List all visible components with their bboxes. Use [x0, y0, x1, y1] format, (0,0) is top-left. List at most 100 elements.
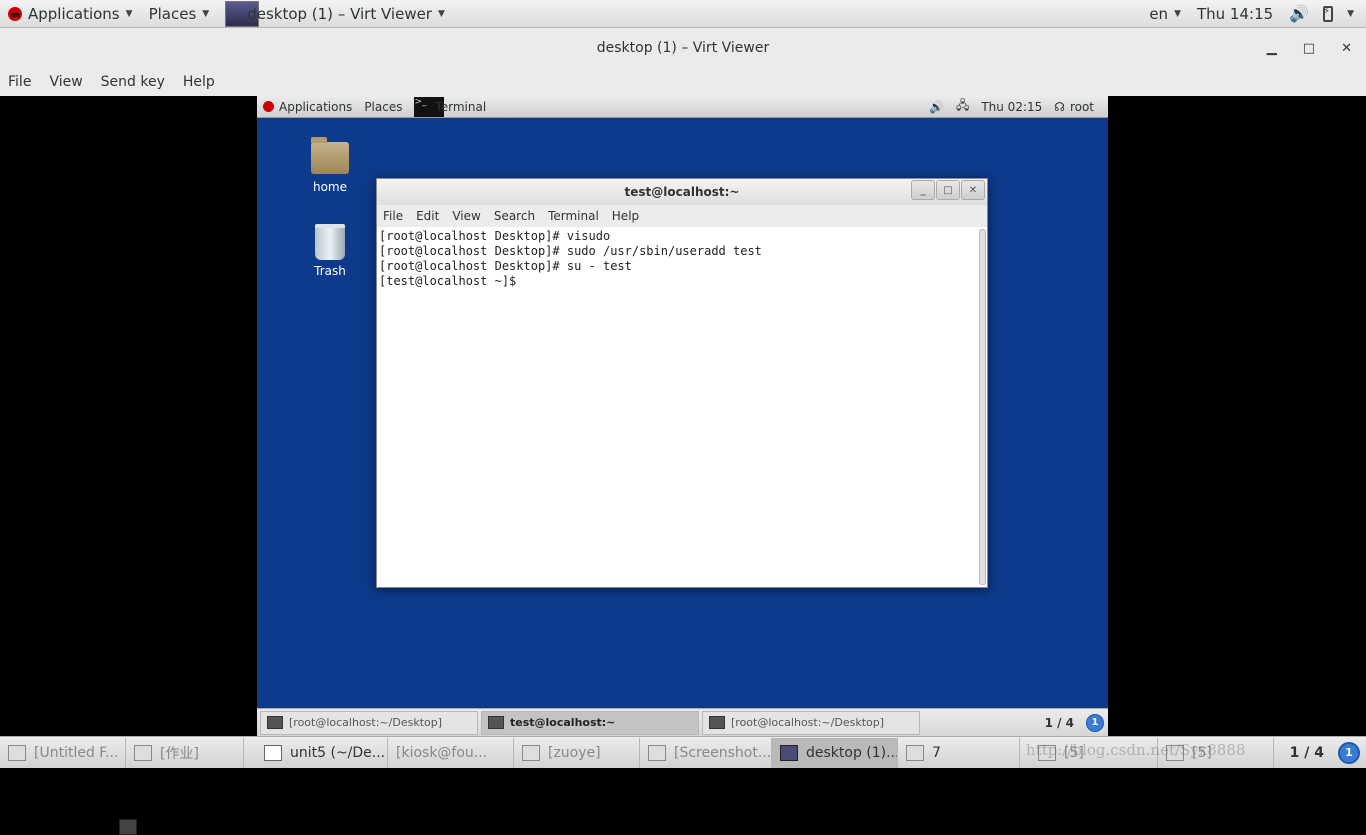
terminal-menu-view[interactable]: View — [452, 209, 480, 223]
battery-icon — [1323, 5, 1334, 22]
volume-icon: 🔊 — [1289, 4, 1310, 23]
window-icon — [8, 744, 26, 761]
home-folder-icon — [311, 137, 349, 174]
terminal-maximize-button[interactable]: □ — [936, 180, 960, 200]
user-icon: ☊ — [1054, 99, 1065, 114]
terminal-close-button[interactable]: ✕ — [961, 180, 985, 200]
chevron-down-icon: ▼ — [1347, 8, 1354, 19]
maximize-button[interactable]: □ — [1303, 41, 1315, 56]
language-label: en — [1149, 4, 1169, 23]
terminal-icon — [488, 716, 504, 729]
terminal-menu-search[interactable]: Search — [494, 209, 535, 223]
screenshot-icon — [648, 744, 666, 761]
guest-active-app[interactable]: >_ Terminal — [408, 96, 492, 118]
host-status-area[interactable]: 🔊 ▼ — [1281, 0, 1366, 28]
watermark: http://blog.csdn.net/Syx8888 — [1026, 741, 1246, 759]
terminal-titlebar[interactable]: test@localhost:~ _ □ ✕ — [377, 179, 987, 205]
viewer-title: desktop (1) – Virt Viewer — [596, 40, 770, 56]
terminal-menu-edit[interactable]: Edit — [416, 209, 439, 223]
guest-workspace-pager[interactable]: 1 / 4 — [1045, 716, 1074, 730]
chevron-down-icon: ▼ — [125, 8, 133, 19]
guest-taskbar: [root@localhost:~/Desktop] test@localhos… — [257, 708, 1108, 736]
minimize-button[interactable]: ▁ — [1267, 41, 1277, 56]
host-task-kiosk[interactable]: [kiosk@fou... — [119, 737, 514, 835]
guest-task-label: [root@localhost:~/Desktop] — [289, 716, 443, 729]
host-applications-label: Applications — [28, 4, 120, 23]
desktop-icon-home[interactable]: home — [300, 137, 360, 194]
redhat-logo-icon — [8, 6, 22, 21]
network-icon: 🖧 — [955, 98, 970, 112]
guest-task-label: [root@localhost:~/Desktop] — [731, 716, 885, 729]
host-task-label: [kiosk@fou... — [396, 744, 488, 761]
host-task-label: [Untitled F... — [34, 744, 119, 761]
window-icon — [906, 744, 924, 761]
terminal-line: [root@localhost Desktop]# visudo — [379, 229, 611, 243]
terminal-line: [root@localhost Desktop]# sudo /usr/sbin… — [379, 244, 762, 258]
host-clock-label: Thu 14:15 — [1196, 4, 1274, 23]
host-places-label: Places — [148, 4, 197, 23]
host-task-untitled[interactable]: [Untitled F... — [0, 737, 126, 768]
host-task-label: unit5 (~/De... — [290, 744, 386, 761]
guest-top-panel: Applications Places >_ Terminal 🔊 🖧 Thu … — [257, 96, 1108, 118]
menu-send-key[interactable]: Send key — [101, 74, 165, 90]
host-workspace-pager[interactable]: 1 / 4 — [1290, 745, 1324, 761]
terminal-line: [root@localhost Desktop]# su - test — [379, 259, 632, 273]
guest-status-icons[interactable]: 🔊 🖧 — [923, 96, 975, 118]
guest-clock[interactable]: Thu 02:15 — [975, 96, 1048, 118]
guest-applications-label: Applications — [279, 99, 353, 114]
host-applications-menu[interactable]: Applications ▼ — [0, 0, 141, 28]
host-task-zuoye[interactable]: [zuoye] — [514, 737, 640, 768]
guest-task-test-terminal[interactable]: test@localhost:~ — [481, 710, 699, 735]
desktop-icon-trash[interactable]: Trash — [300, 224, 360, 278]
guest-applications-menu[interactable]: Applications — [257, 96, 358, 118]
guest-task-root-desktop-1[interactable]: [root@localhost:~/Desktop] — [260, 710, 478, 735]
host-places-menu[interactable]: Places ▼ — [141, 0, 218, 28]
viewer-display[interactable]: Applications Places >_ Terminal 🔊 🖧 Thu … — [0, 96, 1366, 736]
guest-task-root-desktop-2[interactable]: [root@localhost:~/Desktop] — [702, 710, 920, 735]
host-task-unit5[interactable]: unit5 (~/De... — [256, 737, 388, 768]
terminal-output[interactable]: [root@localhost Desktop]# visudo [root@lo… — [377, 227, 977, 587]
terminal-scrollbar[interactable] — [979, 229, 986, 585]
notification-badge[interactable]: 1 — [1086, 713, 1104, 732]
host-window-menu[interactable]: desktop (1) – Virt Viewer ▼ — [217, 0, 453, 28]
terminal-title: test@localhost:~ — [624, 185, 740, 199]
terminal-menubar: File Edit View Search Terminal Help — [377, 205, 987, 227]
terminal-prompt-line: [test@localhost ~]$ — [379, 274, 524, 288]
terminal-menu-help[interactable]: Help — [612, 209, 639, 223]
host-task-label: [Screenshot... — [674, 744, 772, 761]
guest-clock-label: Thu 02:15 — [981, 99, 1043, 114]
host-task-screenshot[interactable]: [Screenshot... — [640, 737, 772, 768]
host-top-panel: Applications ▼ Places ▼ desktop (1) – Vi… — [0, 0, 1366, 28]
host-task-label: 7 — [932, 744, 941, 761]
close-button[interactable]: ✕ — [1341, 41, 1352, 56]
window-icon — [522, 744, 540, 761]
desktop-icon-label: Trash — [314, 264, 346, 278]
host-task-zuoye-cn[interactable]: [作业] — [126, 737, 244, 768]
guest-user-menu[interactable]: ☊ root — [1048, 96, 1108, 118]
notification-badge[interactable]: 1 — [1338, 741, 1360, 764]
host-clock[interactable]: Thu 14:15 — [1189, 0, 1281, 28]
terminal-window[interactable]: test@localhost:~ _ □ ✕ File Edit View Se… — [376, 178, 988, 588]
language-selector[interactable]: en ▼ — [1141, 0, 1189, 28]
terminal-minimize-button[interactable]: _ — [911, 180, 935, 200]
host-task-label: desktop (1)... — [806, 744, 898, 761]
terminal-icon — [709, 716, 725, 729]
trash-icon — [315, 224, 345, 260]
terminal-menu-terminal[interactable]: Terminal — [548, 209, 599, 223]
redhat-logo-icon — [263, 101, 274, 112]
guest-desktop[interactable]: Applications Places >_ Terminal 🔊 🖧 Thu … — [257, 96, 1108, 736]
menu-file[interactable]: File — [8, 74, 31, 90]
window-icon — [134, 744, 152, 761]
guest-places-label: Places — [364, 99, 403, 114]
viewer-titlebar: desktop (1) – Virt Viewer ▁ □ ✕ — [0, 28, 1366, 68]
host-task-7[interactable]: 7 — [898, 737, 1020, 768]
host-task-label: [zuoye] — [548, 744, 601, 761]
guest-places-menu[interactable]: Places — [358, 96, 408, 118]
terminal-menu-file[interactable]: File — [383, 209, 403, 223]
menu-view[interactable]: View — [49, 74, 82, 90]
chevron-down-icon: ▼ — [437, 8, 445, 19]
host-task-label: [作业] — [160, 745, 199, 762]
guest-user-label: root — [1069, 99, 1094, 114]
host-task-virt-viewer[interactable]: desktop (1)... — [772, 737, 898, 768]
menu-help[interactable]: Help — [183, 74, 215, 90]
